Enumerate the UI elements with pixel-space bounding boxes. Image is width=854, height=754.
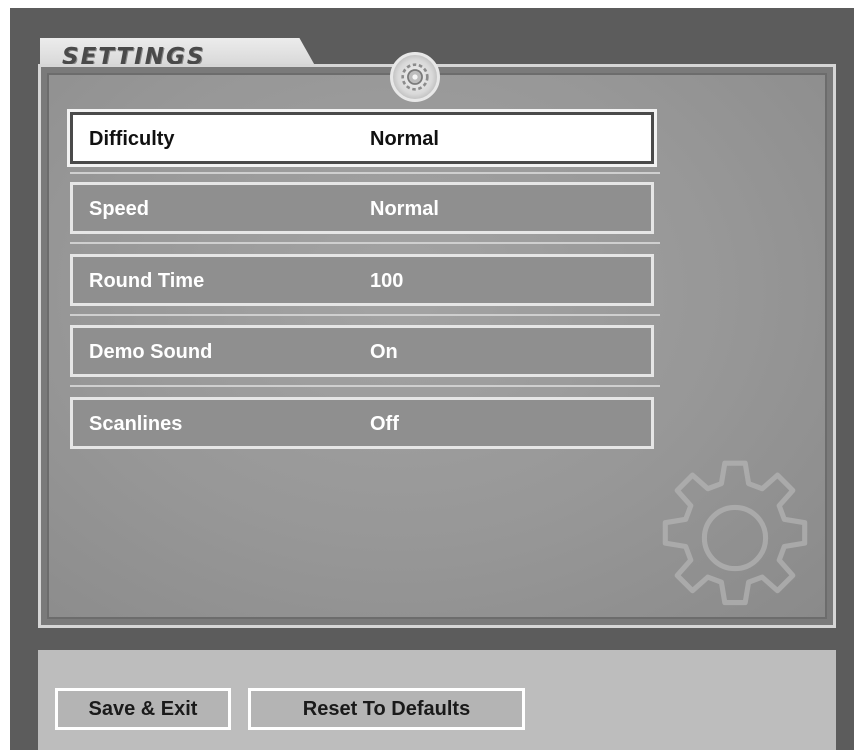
setting-row-round-time[interactable]: Round Time 100 (70, 254, 654, 306)
setting-label: Round Time (89, 270, 205, 292)
setting-value: Normal (370, 128, 439, 150)
setting-row-scanlines[interactable]: Scanlines Off (70, 397, 654, 449)
setting-row-demo-sound[interactable]: Demo Sound On (70, 325, 654, 377)
setting-row-difficulty[interactable]: Difficulty Normal (67, 109, 657, 167)
setting-label: Difficulty (89, 128, 175, 150)
save-exit-button[interactable]: Save & Exit (55, 688, 231, 730)
setting-label: Demo Sound (89, 341, 213, 363)
setting-value: On (370, 341, 398, 363)
row-divider (70, 172, 660, 174)
settings-screen: SETTINGS Difficulty Normal Speed Normal … (10, 8, 854, 750)
row-divider (70, 314, 660, 316)
setting-label: Speed (89, 198, 150, 220)
row-divider (70, 385, 660, 387)
gear-icon (390, 52, 440, 102)
setting-value: Normal (370, 198, 439, 220)
setting-row-speed[interactable]: Speed Normal (70, 182, 654, 234)
setting-value: 100 (370, 270, 404, 292)
row-divider (70, 242, 660, 244)
setting-label: Scanlines (89, 413, 183, 435)
gear-outline-icon (662, 460, 808, 606)
reset-defaults-button[interactable]: Reset To Defaults (248, 688, 525, 730)
setting-value: Off (370, 413, 399, 435)
